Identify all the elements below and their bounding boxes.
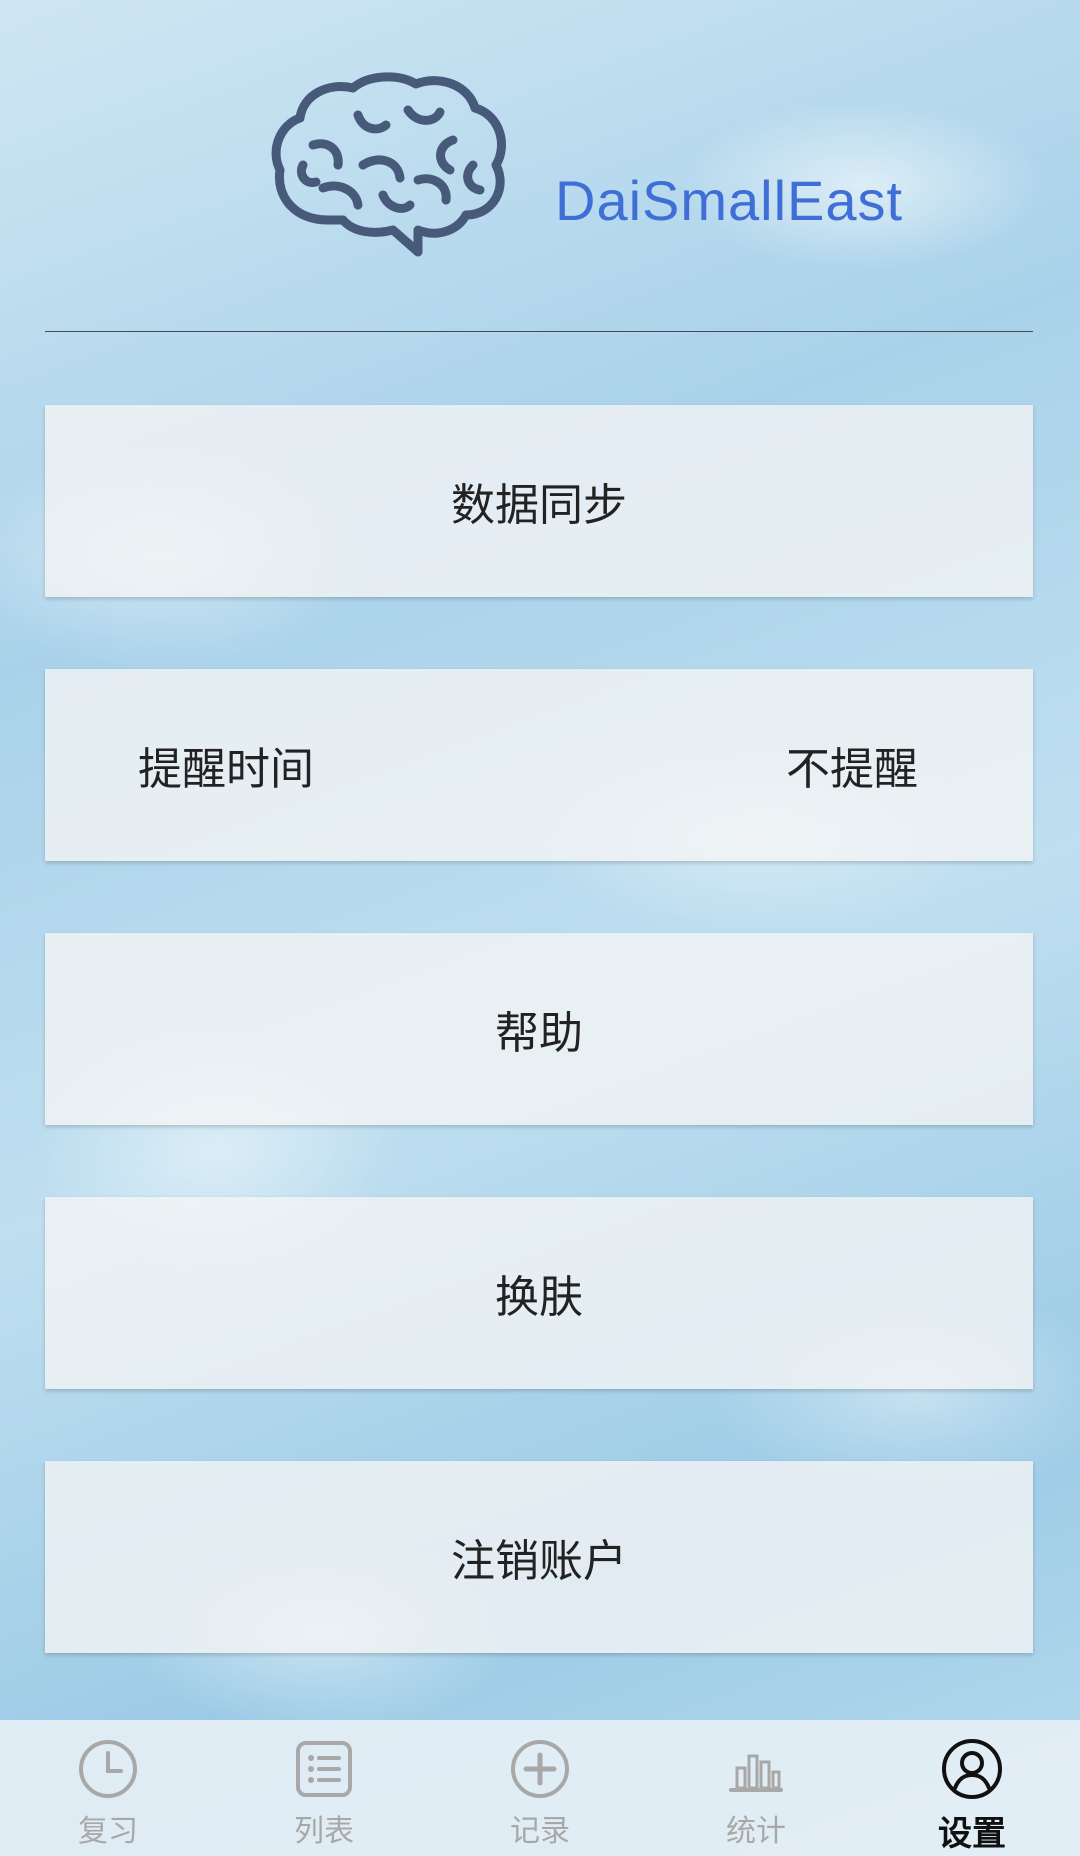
bottom-tab-bar: 复习 列表 记录 统计 设置 xyxy=(0,1720,1080,1856)
logout-account-label: 注销账户 xyxy=(451,1536,627,1587)
change-skin-button[interactable]: 换肤 xyxy=(45,1197,1033,1389)
bar-chart-icon xyxy=(729,1754,783,1792)
tab-settings-label: 设置 xyxy=(938,1814,1006,1854)
tab-record[interactable]: 记录 xyxy=(432,1720,648,1856)
app-name: DaiSmallEast xyxy=(555,169,904,232)
tab-statistics[interactable]: 统计 xyxy=(648,1720,864,1856)
tab-list[interactable]: 列表 xyxy=(216,1720,432,1856)
settings-screen: DaiSmallEast 数据同步 提醒时间 不提醒 帮助 换肤 注销账户 复习 xyxy=(0,0,1080,1856)
tab-statistics-label: 统计 xyxy=(726,1814,786,1849)
tab-review-label: 复习 xyxy=(78,1814,138,1849)
logout-account-button[interactable]: 注销账户 xyxy=(45,1461,1033,1653)
plus-circle-icon xyxy=(511,1740,569,1798)
reminder-time-row[interactable]: 提醒时间 不提醒 xyxy=(45,669,1033,861)
data-sync-button[interactable]: 数据同步 xyxy=(45,405,1033,597)
tab-settings[interactable]: 设置 xyxy=(864,1720,1080,1856)
user-circle-icon xyxy=(942,1739,1002,1799)
tab-list-label: 列表 xyxy=(294,1814,354,1849)
brain-icon xyxy=(271,72,506,257)
header-divider xyxy=(45,331,1033,332)
profile-header: DaiSmallEast xyxy=(0,0,1080,330)
help-button[interactable]: 帮助 xyxy=(45,933,1033,1125)
clock-icon xyxy=(79,1740,137,1798)
reminder-time-label: 提醒时间 xyxy=(138,744,314,795)
change-skin-label: 换肤 xyxy=(495,1272,583,1323)
help-label: 帮助 xyxy=(495,1008,583,1059)
tab-record-label: 记录 xyxy=(510,1814,570,1849)
reminder-time-value[interactable]: 不提醒 xyxy=(786,733,918,797)
data-sync-label: 数据同步 xyxy=(451,480,627,531)
list-icon xyxy=(296,1741,352,1797)
tab-review[interactable]: 复习 xyxy=(0,1720,216,1856)
